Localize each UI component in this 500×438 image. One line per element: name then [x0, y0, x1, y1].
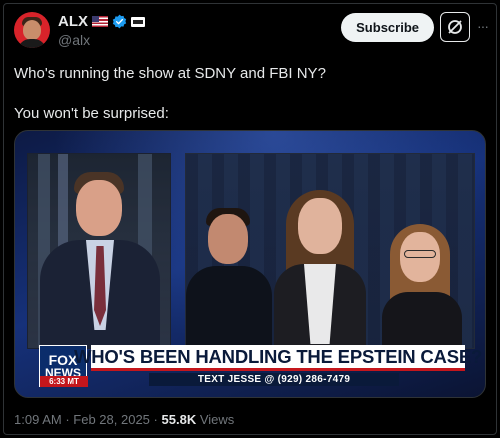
chyron-subline: TEXT JESSE @ (929) 286-7479 — [197, 374, 351, 385]
us-flag-icon — [92, 16, 108, 27]
chyron-headline: WHO'S BEEN HANDLING THE EPSTEIN CASE? — [73, 345, 483, 367]
news-chyron: FOX NEWS 6:33 MT WHO'S BEEN HANDLING THE… — [39, 345, 482, 387]
tweet-header: ALX @alx Subscribe ··· — [14, 12, 489, 52]
anchor-video-panel — [27, 153, 171, 349]
tweet-meta: 1:09 AM · Feb 28, 2025 · 55.8K Views — [14, 412, 234, 427]
chyron-subline-bar: TEXT JESSE @ (929) 286-7479 — [149, 373, 399, 386]
meta-separator: · — [153, 412, 158, 427]
views-count: 55.8K — [161, 412, 197, 427]
author-handle[interactable]: @alx — [58, 32, 90, 48]
subscribe-button[interactable]: Subscribe — [341, 13, 434, 42]
logo-clock: 6:33 MT — [40, 376, 88, 387]
meta-separator: · — [65, 412, 70, 427]
display-name[interactable]: ALX — [58, 13, 88, 30]
post-time[interactable]: 1:09 AM — [14, 412, 62, 427]
tweet-line: Who's running the show at SDNY and FBI N… — [14, 65, 326, 82]
photo-panel — [185, 153, 475, 349]
grok-icon[interactable] — [440, 12, 470, 42]
chyron-headline-bar: WHO'S BEEN HANDLING THE EPSTEIN CASE? — [74, 345, 482, 371]
grok-glyph-icon — [448, 20, 462, 34]
more-icon[interactable]: ··· — [477, 18, 489, 34]
views-label: Views — [199, 412, 235, 427]
avatar[interactable] — [14, 12, 50, 48]
verified-icon — [112, 14, 127, 29]
tweet-media-image[interactable]: FOX NEWS 6:33 MT WHO'S BEEN HANDLING THE… — [14, 130, 486, 398]
author-name-row: ALX — [58, 13, 145, 30]
post-date[interactable]: Feb 28, 2025 — [73, 412, 150, 427]
tweet-line: You won't be surprised: — [14, 105, 169, 122]
affiliate-badge-icon — [131, 16, 145, 27]
